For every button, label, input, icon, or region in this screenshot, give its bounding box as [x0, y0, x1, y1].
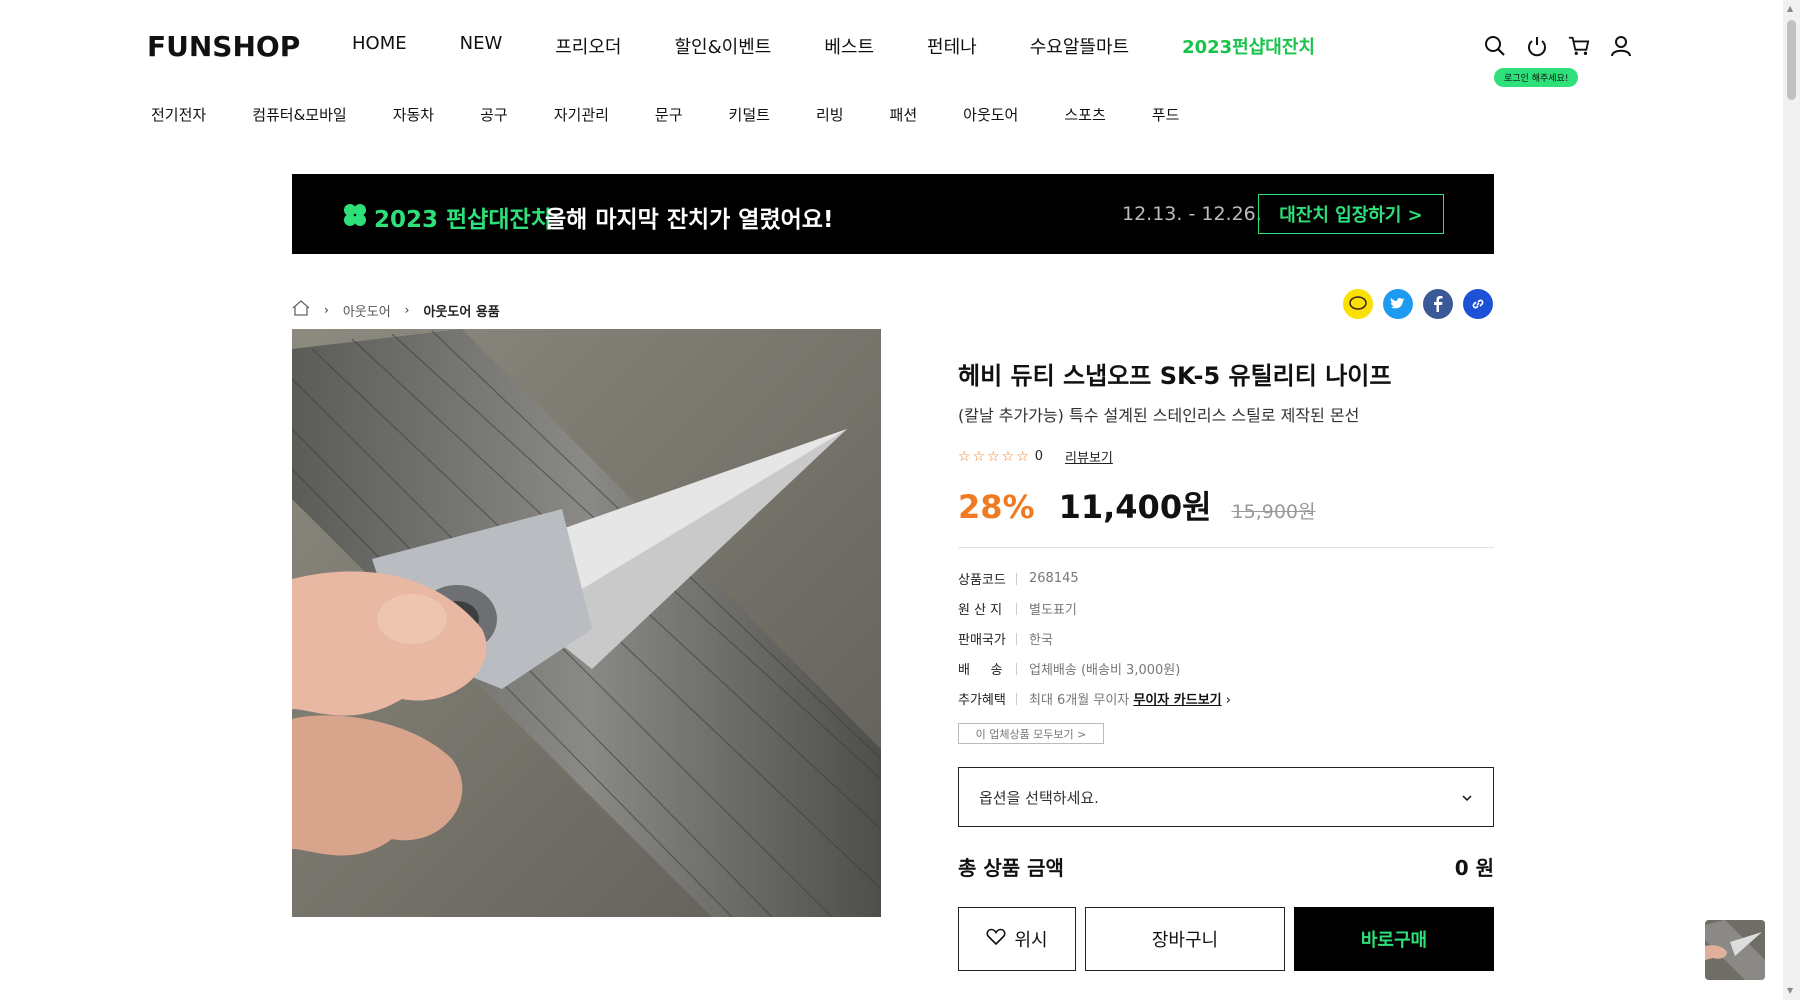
- spec-key: 판매국가: [958, 633, 1006, 648]
- breadcrumb: › 아웃도어 › 아웃도어 용품: [292, 300, 500, 320]
- share-buttons: [1343, 289, 1493, 319]
- banner-title: 2023 펀샵대잔치: [374, 207, 552, 233]
- category-item[interactable]: 푸드: [1152, 104, 1180, 125]
- page-scrollbar[interactable]: ▲ ▼: [1783, 0, 1800, 1000]
- spec-value: 업체배송 (배송비 3,000원): [1029, 663, 1181, 678]
- category-item[interactable]: 공구: [480, 104, 508, 125]
- category-item[interactable]: 키덜트: [729, 104, 770, 125]
- kakao-share-icon[interactable]: [1343, 289, 1373, 319]
- interest-free-card-link[interactable]: 무이자 카드보기: [1133, 693, 1221, 708]
- spec-value: 268145: [1029, 571, 1079, 586]
- link-share-icon[interactable]: [1463, 289, 1493, 319]
- chevron-right-icon: ›: [404, 303, 410, 317]
- star-rating-icon: ☆☆☆☆☆: [958, 448, 1031, 465]
- clover-icon: [342, 202, 368, 232]
- nav-best[interactable]: 베스트: [824, 33, 874, 59]
- sale-price: 11,400원: [1058, 488, 1212, 526]
- category-item[interactable]: 컴퓨터&모바일: [252, 104, 347, 125]
- utility-icons: [1484, 34, 1632, 58]
- festival-banner[interactable]: 2023 펀샵대잔치 올해 마지막 잔치가 열렸어요! 12.13. - 12.…: [292, 174, 1494, 254]
- main-nav: HOME NEW 프리오더 할인&이벤트 베스트 펀테나 수요알뜰마트 2023…: [352, 33, 1368, 59]
- vendor-all-products-button[interactable]: 이 업체상품 모두보기 >: [958, 723, 1104, 744]
- twitter-share-icon[interactable]: [1383, 289, 1413, 319]
- nav-wednesday-mart[interactable]: 수요알뜰마트: [1030, 33, 1129, 59]
- category-nav: 전기전자 컴퓨터&모바일 자동차 공구 자기관리 문구 키덜트 리빙 패션 아웃…: [151, 104, 1225, 125]
- product-description: (칼날 추가가능) 특수 설계된 스테인리스 스틸로 제작된 몬선: [958, 406, 1360, 425]
- nav-home[interactable]: HOME: [352, 33, 407, 59]
- facebook-share-icon[interactable]: [1423, 289, 1453, 319]
- banner-subtitle: 올해 마지막 잔치가 열렸어요!: [545, 207, 834, 233]
- nav-preorder[interactable]: 프리오더: [555, 33, 621, 59]
- rating-row: ☆☆☆☆☆ 0 리뷰보기: [958, 447, 1113, 467]
- nav-sale-event[interactable]: 할인&이벤트: [675, 33, 772, 59]
- category-item[interactable]: 리빙: [816, 104, 844, 125]
- funshop-logo[interactable]: FUNSHOP: [147, 30, 300, 63]
- category-item[interactable]: 아웃도어: [963, 104, 1018, 125]
- spec-key: 배 송: [958, 663, 1003, 678]
- wish-label: 위시: [1014, 930, 1048, 951]
- category-item[interactable]: 패션: [890, 104, 918, 125]
- category-item[interactable]: 스포츠: [1064, 104, 1105, 125]
- buy-now-button[interactable]: 바로구매: [1294, 907, 1494, 971]
- home-icon[interactable]: [292, 300, 310, 320]
- product-name: 헤비 듀티 스냅오프 SK-5 유틸리티 나이프: [958, 362, 1392, 390]
- total-value: 0 원: [1454, 856, 1494, 880]
- divider: [958, 547, 1494, 548]
- add-to-cart-button[interactable]: 장바구니: [1085, 907, 1285, 971]
- breadcrumb-level2[interactable]: 아웃도어 용품: [423, 301, 499, 320]
- discount-rate: 28%: [958, 488, 1035, 526]
- nav-funtenna[interactable]: 펀테나: [927, 33, 977, 59]
- nav-festival[interactable]: 2023펀샵대잔치: [1182, 33, 1315, 59]
- recently-viewed-thumbnail[interactable]: [1705, 920, 1765, 980]
- search-icon[interactable]: [1484, 34, 1506, 58]
- total-price-row: 총 상품 금액 0 원: [958, 852, 1494, 881]
- login-hint-badge[interactable]: 로그인 해주세요!: [1494, 68, 1579, 87]
- category-item[interactable]: 문구: [655, 104, 683, 125]
- category-item[interactable]: 자기관리: [554, 104, 609, 125]
- power-icon[interactable]: [1526, 34, 1548, 58]
- scroll-down-icon[interactable]: ▼: [1787, 986, 1793, 995]
- nav-new[interactable]: NEW: [460, 33, 503, 59]
- spec-row: 원 산 지 별도표기: [958, 599, 1077, 618]
- breadcrumb-level1[interactable]: 아웃도어: [343, 301, 391, 320]
- category-item[interactable]: 전기전자: [151, 104, 206, 125]
- spec-key: 상품코드: [958, 573, 1006, 588]
- heart-icon: [986, 928, 1006, 951]
- spec-key: 원 산 지: [958, 603, 1003, 618]
- option-placeholder: 옵션을 선택하세요.: [979, 788, 1099, 807]
- spec-row: 상품코드 268145: [958, 569, 1079, 588]
- scrollbar-thumb[interactable]: [1787, 20, 1796, 100]
- option-select[interactable]: 옵션을 선택하세요.: [958, 767, 1494, 827]
- spec-value: 별도표기: [1029, 603, 1077, 618]
- review-count: 0: [1034, 449, 1044, 464]
- category-item[interactable]: 자동차: [393, 104, 434, 125]
- spec-row: 추가혜택 최대 6개월 무이자 무이자 카드보기 ›: [958, 689, 1231, 708]
- spec-value: 최대 6개월 무이자 무이자 카드보기 ›: [1029, 689, 1231, 708]
- spec-value: 한국: [1029, 633, 1053, 648]
- banner-date: 12.13. - 12.26.: [1122, 203, 1262, 225]
- total-label: 총 상품 금액: [958, 856, 1064, 880]
- chevron-right-icon: ›: [1225, 693, 1231, 708]
- wish-button[interactable]: 위시: [958, 907, 1076, 971]
- original-price: 15,900원: [1231, 501, 1316, 523]
- spec-row: 판매국가 한국: [958, 629, 1053, 648]
- price-row: 28% 11,400원 15,900원: [958, 482, 1316, 528]
- scroll-up-icon[interactable]: ▲: [1787, 4, 1793, 13]
- chevron-down-icon: [1461, 788, 1473, 806]
- spec-row: 배 송 업체배송 (배송비 3,000원): [958, 659, 1180, 678]
- review-link[interactable]: 리뷰보기: [1065, 447, 1113, 466]
- cart-icon[interactable]: [1568, 34, 1590, 58]
- product-image[interactable]: [292, 329, 881, 917]
- banner-enter-button[interactable]: 대잔치 입장하기 >: [1258, 194, 1444, 234]
- user-icon[interactable]: [1610, 34, 1632, 58]
- spec-key: 추가혜택: [958, 693, 1006, 708]
- chevron-right-icon: ›: [324, 303, 329, 317]
- benefit-text: 최대 6개월 무이자: [1029, 693, 1134, 708]
